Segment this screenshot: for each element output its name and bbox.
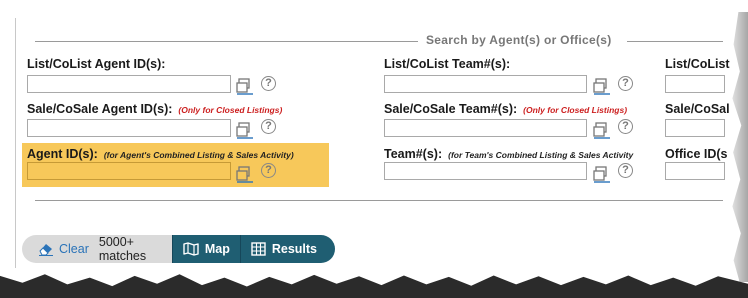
- matches-count: 5000+ matches: [98, 235, 147, 263]
- sale-agent-label-text: Sale/CoSale Agent ID(s):: [27, 102, 173, 116]
- picker-icon[interactable]: [593, 77, 611, 95]
- clear-label: Clear: [59, 242, 89, 256]
- help-icon[interactable]: ?: [261, 119, 276, 134]
- left-border: [15, 18, 16, 268]
- list-team-input[interactable]: [384, 75, 587, 93]
- help-icon[interactable]: ?: [261, 76, 276, 91]
- torn-edge-bottom: [0, 274, 748, 298]
- screenshot-canvas: Search by Agent(s) or Office(s) List/CoL…: [0, 0, 748, 298]
- picker-icon[interactable]: [236, 77, 254, 95]
- list-office-input[interactable]: [665, 75, 725, 93]
- picker-icon[interactable]: [236, 121, 254, 139]
- sale-agent-note: (Only for Closed Listings): [178, 105, 283, 115]
- sale-team-label: Sale/CoSale Team#(s): (Only for Closed Li…: [384, 102, 627, 116]
- team-note: (for Team's Combined Listing & Sales Act…: [448, 150, 634, 160]
- sale-agent-label: Sale/CoSale Agent ID(s): (Only for Closed…: [27, 102, 282, 116]
- agent-note: (for Agent's Combined Listing & Sales Ac…: [103, 150, 294, 160]
- picker-icon[interactable]: [236, 165, 254, 183]
- list-office-label: List/CoList: [665, 57, 730, 71]
- sale-office-input[interactable]: [665, 119, 725, 137]
- team-label: Team#(s): (for Team's Combined Listing & …: [384, 147, 633, 161]
- list-agent-label: List/CoList Agent ID(s):: [27, 57, 166, 71]
- section-divider-right: [627, 41, 723, 42]
- eraser-icon: [39, 244, 53, 256]
- grid-icon: [251, 242, 266, 256]
- list-agent-input[interactable]: [27, 75, 231, 93]
- agent-label-text: Agent ID(s):: [27, 147, 98, 161]
- sale-team-input[interactable]: [384, 119, 587, 137]
- sale-agent-input[interactable]: [27, 119, 231, 137]
- help-icon[interactable]: ?: [618, 76, 633, 91]
- office-label: Office ID(s: [665, 147, 728, 161]
- action-toolbar: Clear 5000+ matches Map Results: [22, 235, 335, 263]
- sale-office-label: Sale/CoSal: [665, 102, 730, 116]
- clear-button[interactable]: Clear: [38, 242, 89, 256]
- picker-icon[interactable]: [593, 165, 611, 183]
- map-icon: [183, 242, 199, 256]
- section-divider-left: [35, 41, 418, 42]
- help-icon[interactable]: ?: [261, 163, 276, 178]
- section-divider-bottom: [35, 200, 723, 201]
- torn-edge-top: [0, 0, 748, 12]
- help-icon[interactable]: ?: [618, 119, 633, 134]
- picker-icon[interactable]: [593, 121, 611, 139]
- office-input[interactable]: [665, 162, 725, 180]
- section-legend: Search by Agent(s) or Office(s): [426, 33, 612, 47]
- results-label: Results: [271, 242, 317, 256]
- team-input[interactable]: [384, 162, 587, 180]
- team-label-text: Team#(s):: [384, 147, 443, 161]
- list-team-label: List/CoList Team#(s):: [384, 57, 511, 71]
- toolbar-left: Clear 5000+ matches: [22, 235, 172, 263]
- agent-label: Agent ID(s): (for Agent's Combined Listin…: [27, 147, 294, 161]
- sale-team-label-text: Sale/CoSale Team#(s):: [384, 102, 518, 116]
- map-button[interactable]: Map: [171, 235, 240, 263]
- help-icon[interactable]: ?: [618, 163, 633, 178]
- map-label: Map: [204, 242, 230, 256]
- results-button[interactable]: Results: [239, 235, 335, 263]
- agent-input[interactable]: [27, 162, 231, 180]
- sale-team-note: (Only for Closed Listings): [523, 105, 628, 115]
